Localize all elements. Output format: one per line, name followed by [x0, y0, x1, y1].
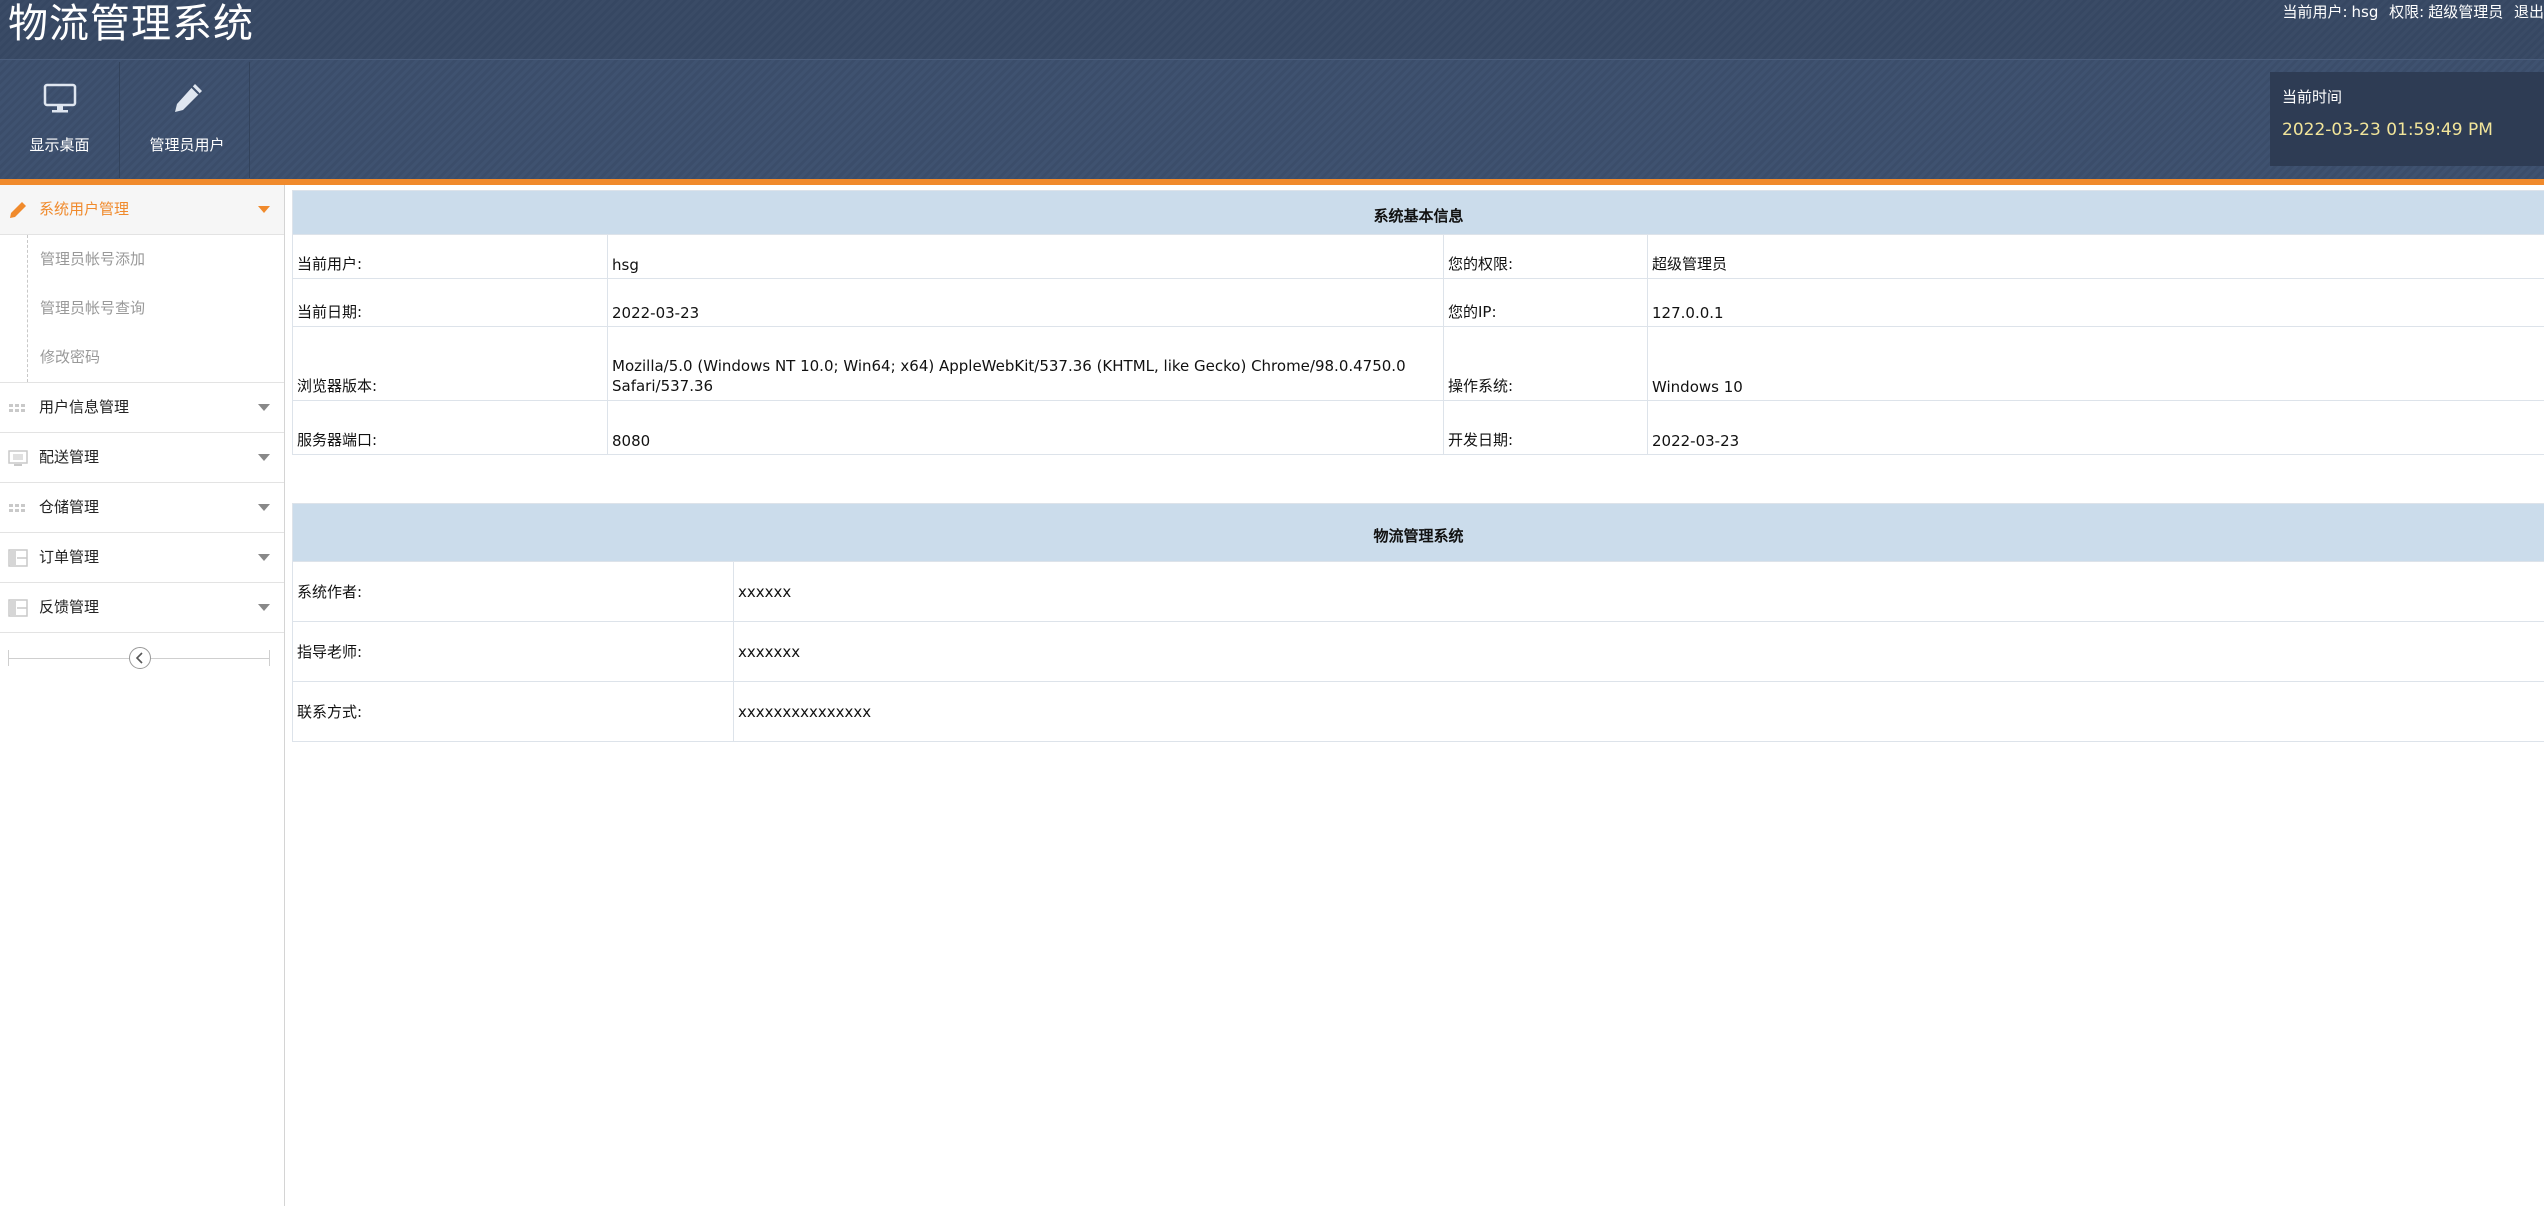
menu-label: 系统用户管理: [39, 200, 130, 218]
title-bar: 物流管理系统 当前用户: hsg 权限: 超级管理员 退出: [0, 0, 2544, 60]
menu-label: 仓储管理: [39, 498, 100, 516]
submenu-item-change-password[interactable]: 修改密码: [0, 333, 284, 382]
value-os: Windows 10: [1646, 326, 2544, 401]
current-username: hsg: [2351, 3, 2379, 21]
label-permission: 您的权限:: [1443, 234, 1648, 279]
about-title: 物流管理系统: [291, 503, 2544, 562]
value-current-date: 2022-03-23: [607, 278, 1444, 327]
menu-label: 订单管理: [39, 548, 100, 566]
menu-user-info-management[interactable]: 用户信息管理: [0, 383, 284, 433]
menu-warehouse-management[interactable]: 仓储管理: [0, 483, 284, 533]
menu-order-management[interactable]: 订单管理: [0, 533, 284, 583]
sidebar-collapse-row: [0, 633, 284, 683]
value-permission: 超级管理员: [1646, 234, 2544, 279]
current-time-panel: 当前时间 2022-03-23 01:59:49 PM: [2270, 72, 2544, 166]
value-contact: xxxxxxxxxxxxxxx: [732, 681, 2544, 742]
value-current-user: hsg: [607, 234, 1444, 279]
about-table: 物流管理系统 系统作者: xxxxxx 指导老师: xxxxxxx 联系方式: …: [291, 503, 2544, 742]
current-time-label: 当前时间: [2282, 88, 2343, 106]
accent-divider: [0, 179, 2544, 185]
menu-label: 配送管理: [39, 448, 100, 466]
label-browser-version: 浏览器版本:: [292, 326, 608, 401]
submenu-item-add-admin[interactable]: 管理员帐号添加: [0, 235, 284, 284]
layout-icon: [8, 549, 28, 567]
role-value: 超级管理员: [2428, 3, 2504, 21]
system-info-table: 系统基本信息 当前用户: hsg 您的权限: 超级管理员 当前日期: 2022-…: [291, 190, 2544, 455]
caret-down-icon: [258, 604, 270, 611]
value-author: xxxxxx: [732, 561, 2544, 622]
value-teacher: xxxxxxx: [732, 621, 2544, 682]
label-author: 系统作者:: [292, 561, 734, 622]
sidebar: 系统用户管理 管理员帐号添加 管理员帐号查询 修改密码 用户信息管理 配送管理 …: [0, 185, 285, 1206]
monitor-icon: [8, 450, 28, 466]
menu-delivery-management[interactable]: 配送管理: [0, 433, 284, 483]
pencil-icon: [10, 202, 26, 218]
admin-user-label: 管理员用户: [149, 136, 225, 154]
label-current-date: 当前日期:: [292, 278, 608, 327]
label-ip: 您的IP:: [1443, 278, 1648, 327]
logout-link[interactable]: 退出: [2514, 3, 2544, 21]
value-ip: 127.0.0.1: [1646, 278, 2544, 327]
current-user-label: 当前用户:: [2282, 3, 2348, 21]
divider-tick-right: [269, 650, 270, 666]
caret-down-icon: [258, 454, 270, 461]
caret-down-icon: [258, 504, 270, 511]
role-label: 权限:: [2389, 3, 2425, 21]
caret-down-icon: [258, 206, 270, 213]
value-server-port: 8080: [607, 400, 1444, 455]
monitor-icon: [43, 83, 77, 113]
label-current-user: 当前用户:: [292, 234, 608, 279]
app-title: 物流管理系统: [8, 1, 254, 47]
label-dev-date: 开发日期:: [1443, 400, 1648, 455]
grid-icon: [9, 404, 25, 412]
menu-system-user-management[interactable]: 系统用户管理: [0, 185, 284, 235]
caret-down-icon: [258, 554, 270, 561]
caret-down-icon: [258, 404, 270, 411]
main-content: 系统基本信息 当前用户: hsg 您的权限: 超级管理员 当前日期: 2022-…: [291, 190, 2544, 742]
submenu-item-query-admin[interactable]: 管理员帐号查询: [0, 284, 284, 333]
sidebar-collapse-button[interactable]: [129, 647, 151, 669]
show-desktop-button[interactable]: 显示桌面: [0, 62, 120, 178]
submenu-system-user: 管理员帐号添加 管理员帐号查询 修改密码: [0, 235, 284, 383]
chevron-left-icon: [135, 652, 143, 664]
divider-tick-left: [8, 650, 9, 666]
menu-label: 反馈管理: [39, 598, 100, 616]
show-desktop-label: 显示桌面: [29, 136, 90, 154]
top-header: 物流管理系统 当前用户: hsg 权限: 超级管理员 退出 显示桌面 管理员用户 当…: [0, 0, 2544, 179]
value-browser-version: Mozilla/5.0 (Windows NT 10.0; Win64; x64…: [607, 326, 1444, 401]
label-contact: 联系方式:: [292, 681, 734, 742]
current-time-value: 2022-03-23 01:59:49 PM: [2282, 120, 2493, 140]
label-server-port: 服务器端口:: [292, 400, 608, 455]
label-os: 操作系统:: [1443, 326, 1648, 401]
pencil-icon: [175, 84, 202, 112]
grid-icon: [9, 504, 25, 512]
system-info-title: 系统基本信息: [291, 190, 2544, 235]
admin-user-button[interactable]: 管理员用户: [125, 62, 250, 178]
menu-label: 用户信息管理: [39, 398, 130, 416]
user-info: 当前用户: hsg 权限: 超级管理员 退出: [2276, 0, 2544, 24]
menu-feedback-management[interactable]: 反馈管理: [0, 583, 284, 633]
value-dev-date: 2022-03-23: [1646, 400, 2544, 455]
label-teacher: 指导老师:: [292, 621, 734, 682]
layout-icon: [8, 599, 28, 617]
